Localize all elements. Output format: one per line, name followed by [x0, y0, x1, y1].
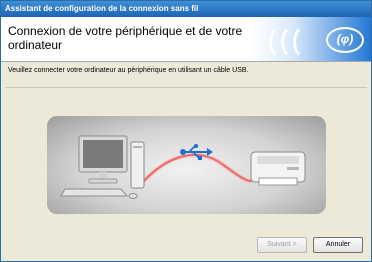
- computer-icon: [60, 135, 145, 199]
- cancel-button[interactable]: Annuler: [313, 237, 363, 253]
- wireless-logo-icon: (φ): [251, 17, 371, 61]
- page-title: Connexion de votre périphérique et de vo…: [8, 24, 243, 52]
- connection-illustration: [47, 116, 326, 214]
- next-button[interactable]: Suivant >: [257, 237, 307, 253]
- button-row: Suivant > Annuler: [257, 237, 363, 253]
- printer-icon: [250, 151, 306, 186]
- window-titlebar: Assistant de configuration de la connexi…: [1, 1, 371, 17]
- logo-text: (φ): [326, 27, 364, 53]
- instruction-text: Veuillez connecter votre ordinateur au p…: [8, 67, 249, 74]
- setup-window: Assistant de configuration de la connexi…: [0, 0, 372, 262]
- divider: [5, 87, 367, 88]
- header-panel: Connexion de votre périphérique et de vo…: [1, 17, 371, 62]
